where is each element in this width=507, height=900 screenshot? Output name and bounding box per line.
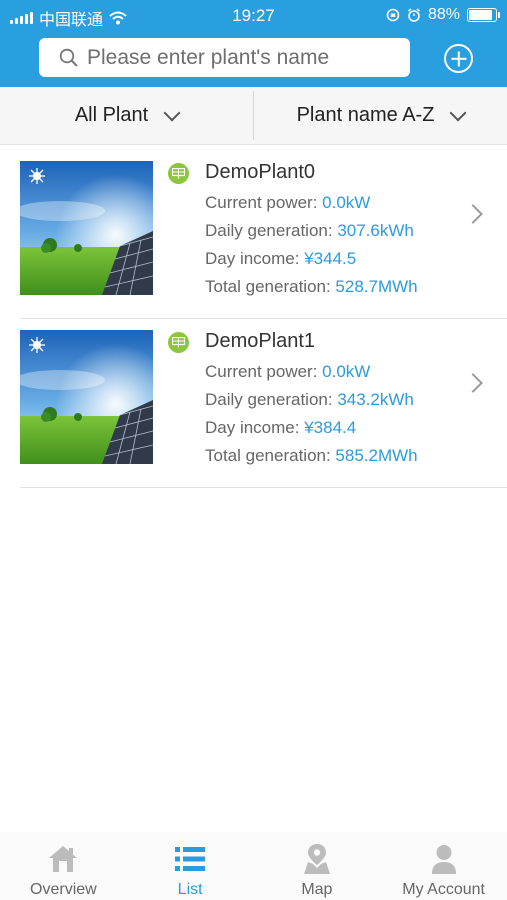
metric-label: Total generation: — [205, 277, 336, 296]
battery-fill — [469, 10, 492, 20]
metric-label: Current power: — [205, 362, 323, 381]
sort-label: Plant name A-Z — [296, 104, 435, 126]
chevron-down-icon — [163, 104, 181, 121]
metric-value: 585.2MWh — [335, 446, 418, 465]
metric-value: ¥344.5 — [304, 249, 357, 268]
day-income: Day income: ¥384.4 — [205, 418, 356, 438]
search-icon — [59, 48, 78, 67]
metric-label: Total generation: — [205, 446, 336, 465]
bottom-tab-bar: Overview List Map My Account — [0, 832, 507, 900]
tab-label: Map — [301, 881, 333, 898]
user-icon — [430, 841, 458, 877]
solar-plant-icon — [168, 332, 189, 353]
current-power: Current power: 0.0kW — [205, 362, 370, 382]
metric-value: 0.0kW — [322, 362, 371, 381]
daily-generation: Daily generation: 343.2kWh — [205, 390, 414, 410]
tab-label: List — [177, 881, 203, 898]
home-icon — [47, 841, 79, 877]
tab-label: Overview — [30, 881, 97, 898]
plant-filter-dropdown[interactable]: All Plant — [0, 87, 253, 144]
plant-list: DemoPlant0 Current power: 0.0kW Daily ge… — [20, 150, 507, 488]
tab-map[interactable]: Map — [254, 832, 381, 900]
chevron-down-icon — [449, 104, 467, 121]
metric-value: 0.0kW — [322, 193, 371, 212]
add-plant-button[interactable] — [444, 44, 473, 73]
search-input[interactable] — [87, 45, 387, 70]
battery-icon — [467, 8, 500, 22]
metric-value: 528.7MWh — [335, 277, 418, 296]
tab-list[interactable]: List — [127, 832, 254, 900]
daily-generation: Daily generation: 307.6kWh — [205, 221, 414, 241]
metric-label: Day income: — [205, 418, 305, 437]
plant-name: DemoPlant1 — [205, 330, 316, 352]
day-income: Day income: ¥344.5 — [205, 249, 356, 269]
tab-my-account[interactable]: My Account — [380, 832, 507, 900]
plant-list-item[interactable]: DemoPlant0 Current power: 0.0kW Daily ge… — [20, 150, 507, 319]
tab-label: My Account — [402, 881, 485, 898]
metric-label: Daily generation: — [205, 221, 338, 240]
status-right: 88% — [386, 6, 500, 24]
current-power: Current power: 0.0kW — [205, 193, 370, 213]
chevron-right-icon — [463, 373, 483, 393]
metric-label: Daily generation: — [205, 390, 338, 409]
metric-value: 307.6kWh — [337, 221, 414, 240]
sort-dropdown[interactable]: Plant name A-Z — [254, 87, 507, 144]
plant-name: DemoPlant0 — [205, 161, 316, 183]
battery-percent: 88% — [427, 6, 460, 23]
metric-label: Current power: — [205, 193, 323, 212]
metric-label: Day income: — [205, 249, 305, 268]
metric-value: ¥384.4 — [304, 418, 357, 437]
plant-thumbnail — [20, 330, 153, 464]
tab-overview[interactable]: Overview — [0, 832, 127, 900]
chevron-right-icon — [463, 204, 483, 224]
metric-value: 343.2kWh — [337, 390, 414, 409]
solar-plant-icon — [168, 163, 189, 184]
plant-thumbnail — [20, 161, 153, 295]
alarm-icon — [407, 8, 420, 22]
status-bar: 中国联通 19:27 88% — [0, 0, 507, 30]
rotation-lock-icon — [386, 8, 400, 22]
search-box[interactable] — [39, 38, 410, 77]
plant-list-item[interactable]: DemoPlant1 Current power: 0.0kW Daily ge… — [20, 319, 507, 488]
total-generation: Total generation: 528.7MWh — [205, 277, 418, 297]
total-generation: Total generation: 585.2MWh — [205, 446, 418, 466]
map-icon — [302, 841, 332, 877]
filter-bar: All Plant Plant name A-Z — [0, 87, 507, 145]
list-icon — [175, 841, 206, 877]
plant-filter-label: All Plant — [74, 104, 149, 126]
app-header: 中国联通 19:27 88% — [0, 0, 507, 87]
